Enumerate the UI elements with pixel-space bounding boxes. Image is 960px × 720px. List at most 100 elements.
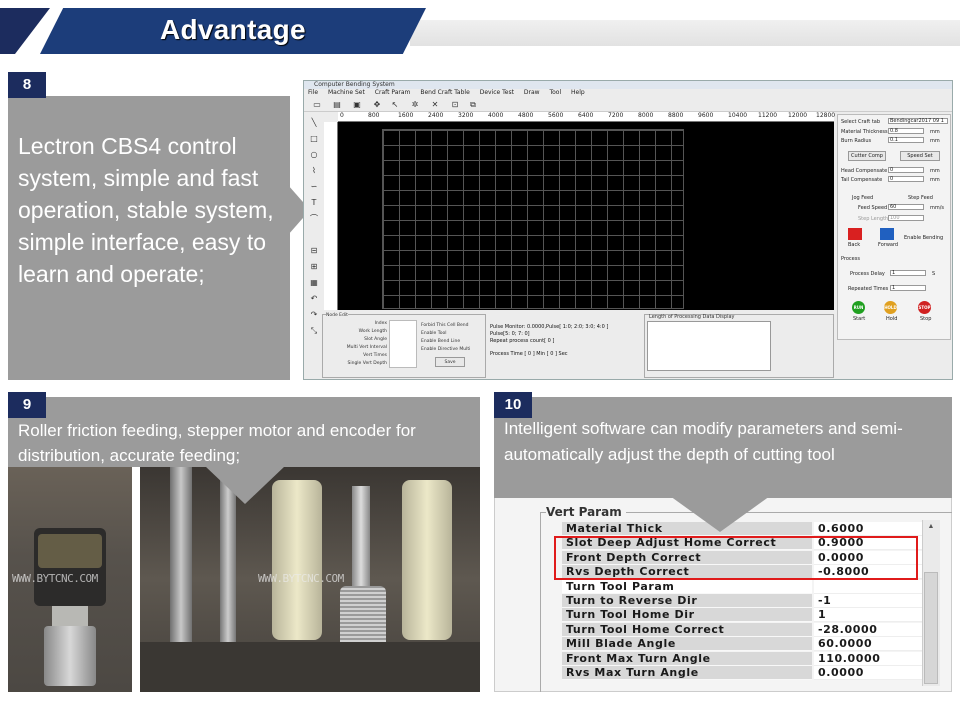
process-delay-input[interactable]: 1 [890, 270, 926, 276]
ruler-tick: 5600 [548, 112, 564, 119]
ruler-tick: 11200 [758, 112, 778, 119]
arc-tool-icon[interactable]: ⌒ [308, 213, 320, 225]
zoom-fit-icon[interactable]: ⊡ [450, 100, 460, 110]
zoom-icon[interactable]: ⧉ [468, 100, 478, 110]
draw-tools: ╲ □ ○ ⌇ ∽ T ⌒ ⊟ ⊞ ▦ ↶ ↷ ⤡ [306, 115, 322, 345]
run-button[interactable]: RUN [852, 301, 865, 314]
repeated-times-input[interactable]: 1 [890, 285, 926, 291]
canvas-grid [382, 129, 684, 309]
line-tool-icon[interactable]: ╲ [308, 117, 320, 129]
feed-speed-input[interactable]: 60 [888, 204, 924, 210]
menu-draw[interactable]: Draw [524, 89, 540, 96]
material-thickness-input[interactable]: 0.8 [888, 128, 924, 134]
param-row[interactable]: Rvs Max Turn Angle 0.0000 [562, 666, 922, 680]
node-tool-icon[interactable]: ⤡ [308, 325, 320, 337]
param-row[interactable]: Turn Tool Home Correct -28.0000 [562, 623, 922, 637]
param-section-header: Turn Tool Param [562, 580, 922, 594]
param-value[interactable]: 1 [814, 608, 922, 622]
rectangle-tool-icon[interactable]: □ [308, 133, 320, 145]
param-row[interactable]: Front Max Turn Angle 110.0000 [562, 652, 922, 666]
section-10-number: 10 [494, 392, 532, 418]
repeated-times-label: Repeated Times [848, 286, 889, 292]
param-row[interactable]: Mill Blade Angle 60.0000 [562, 637, 922, 651]
menu-machine-set[interactable]: Machine Set [328, 89, 365, 96]
craft-tab-select[interactable]: Bendingcar2017 09 1 [888, 118, 948, 124]
burn-radius-input[interactable]: 0.1 [888, 137, 924, 143]
redo-tool-icon[interactable]: ↷ [308, 309, 320, 321]
scroll-up-icon[interactable]: ▲ [924, 522, 938, 532]
section-10-text: Intelligent software can modify paramete… [504, 419, 903, 464]
save-icon[interactable]: ▣ [352, 100, 362, 110]
param-row[interactable]: Turn to Reverse Dir -1 [562, 594, 922, 608]
hold-button[interactable]: HOLD [884, 301, 897, 314]
watermark: WWW.BYTCNC.COM [258, 572, 344, 585]
forward-label: Forward [878, 242, 899, 248]
menu-bend-craft-table[interactable]: Bend Craft Table [420, 89, 469, 96]
step-feed-radio[interactable]: Step Feed [908, 195, 933, 201]
ruler-tick: 0 [340, 112, 344, 119]
text-tool-icon[interactable]: T [308, 197, 320, 209]
undo-tool-icon[interactable]: ↶ [308, 293, 320, 305]
vert-param-title: Vert Param [546, 505, 626, 519]
ellipse-tool-icon[interactable]: ○ [308, 149, 320, 161]
enable-multi-checkbox[interactable]: Enable Directive Multi [421, 347, 470, 352]
encoder-label [38, 534, 102, 568]
forward-arrow-icon[interactable] [880, 228, 894, 240]
open-folder-icon[interactable]: ▤ [332, 100, 342, 110]
tail-compensate-input[interactable]: 0 [888, 176, 924, 182]
pointer-icon[interactable]: ↖ [390, 100, 400, 110]
right-control-panel: Select Craft tab Bendingcar2017 09 1 Mat… [837, 114, 951, 340]
table-tool-icon[interactable]: ▦ [308, 277, 320, 289]
watermark: WWW.BYTCNC.COM [12, 572, 98, 585]
menu-help[interactable]: Help [571, 89, 585, 96]
step-length-input[interactable]: 100 [888, 215, 924, 221]
save-button[interactable]: Save [435, 357, 465, 367]
layer-tool-icon[interactable]: ⊟ [308, 245, 320, 257]
back-arrow-icon[interactable] [848, 228, 862, 240]
param-row[interactable]: Turn Tool Home Dir 1 [562, 608, 922, 622]
ruler-tick: 9600 [698, 112, 714, 119]
forbid-bend-checkbox[interactable]: Forbid This Cell Bend [421, 323, 468, 328]
param-value[interactable]: 60.0000 [814, 637, 922, 651]
new-file-icon[interactable]: ▭ [312, 100, 322, 110]
param-value[interactable]: -1 [814, 594, 922, 608]
field-label: Work Length [358, 329, 387, 334]
ruler-tick: 1600 [398, 112, 414, 119]
param-value[interactable]: 0.0000 [814, 666, 922, 680]
head-compensate-input[interactable]: 0 [888, 167, 924, 173]
status-panel: Pulse Monitor: 0.0000,Pulse[ 1:0; 2:0; 3… [490, 324, 640, 374]
ruler-tick: 12000 [788, 112, 808, 119]
cutter-comp-button[interactable]: Cutter Comp [848, 151, 886, 161]
move-icon[interactable]: ✥ [372, 100, 382, 110]
tail-compensate-label: Tail Compensate [841, 177, 883, 183]
polyline-tool-icon[interactable]: ⌇ [308, 165, 320, 177]
shaft-coupling [44, 626, 96, 686]
unit-label: mm [930, 138, 940, 144]
grid-tool-icon[interactable]: ⊞ [308, 261, 320, 273]
menu-tool[interactable]: Tool [549, 89, 561, 96]
scrollbar-thumb[interactable] [924, 572, 938, 684]
settings-icon[interactable]: ✲ [410, 100, 420, 110]
param-name: Front Max Turn Angle [562, 652, 812, 666]
delete-icon[interactable]: ✕ [430, 100, 440, 110]
enable-bending-checkbox[interactable]: Enable Bending [904, 235, 943, 241]
jog-feed-radio[interactable]: Jog Feed [852, 195, 873, 201]
param-name: Material Thick [562, 522, 812, 536]
enable-bend-line-checkbox[interactable]: Enable Bend Line [421, 339, 460, 344]
ruler-tick: 8000 [638, 112, 654, 119]
param-value[interactable]: 0.6000 [814, 522, 922, 536]
param-row[interactable]: Material Thick 0.6000 [562, 522, 922, 536]
menu-device-test[interactable]: Device Test [480, 89, 514, 96]
head-compensate-label: Head Compensate [841, 168, 888, 174]
page-title: Advantage [160, 14, 306, 45]
node-edit-inputs[interactable] [389, 320, 417, 368]
param-value[interactable]: 110.0000 [814, 652, 922, 666]
param-value[interactable]: -28.0000 [814, 623, 922, 637]
stop-button[interactable]: STOP [918, 301, 931, 314]
enable-tool-checkbox[interactable]: Enable Tool [421, 331, 447, 336]
param-value [814, 580, 922, 594]
speed-set-button[interactable]: Speed Set [900, 151, 940, 161]
menu-craft-param[interactable]: Craft Param [375, 89, 411, 96]
menu-file[interactable]: File [308, 89, 318, 96]
curve-tool-icon[interactable]: ∽ [308, 181, 320, 193]
